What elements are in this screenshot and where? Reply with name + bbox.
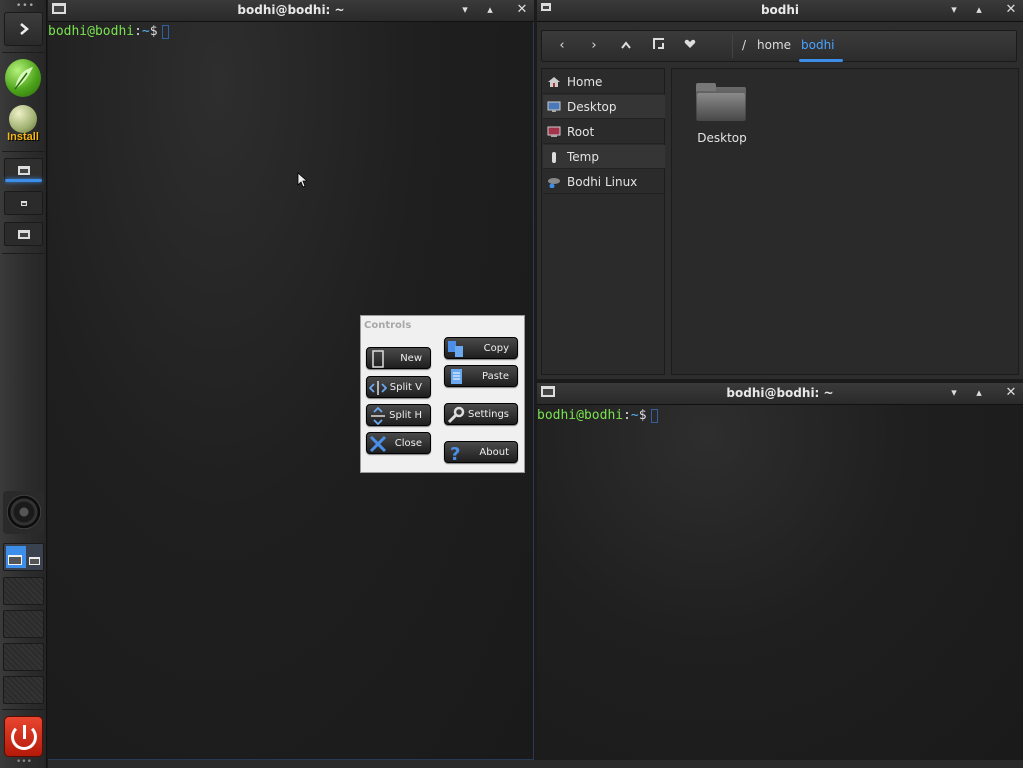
help-icon: ?: [450, 444, 460, 462]
minimize-button[interactable]: ▾: [947, 386, 961, 400]
folder-label[interactable]: Desktop: [682, 131, 762, 145]
file-manager-icon: [20, 200, 27, 206]
power-button[interactable]: [4, 716, 43, 757]
folder-icon[interactable]: [696, 83, 746, 123]
new-window-icon: [372, 350, 384, 368]
wrench-icon: [447, 406, 465, 424]
svg-text:?: ?: [450, 444, 460, 462]
breadcrumb-root[interactable]: /: [742, 38, 746, 52]
minimize-button[interactable]: ▾: [947, 3, 961, 17]
up-button[interactable]: [610, 31, 642, 61]
sidebar-item-bodhi-linux[interactable]: Bodhi Linux: [543, 170, 665, 194]
shelf-divider: [2, 151, 45, 152]
new-button[interactable]: New: [366, 347, 431, 369]
sidebar-item-home[interactable]: Home: [543, 70, 665, 94]
controls-title: Controls: [364, 320, 412, 331]
text-cursor: [650, 408, 658, 423]
terminal-right-body[interactable]: bodhi@bodhi:~$: [537, 405, 1023, 760]
refresh-icon: [652, 38, 664, 49]
active-indicator: [5, 179, 42, 182]
close-button[interactable]: ✕: [1004, 386, 1018, 400]
taskbar-item-file-manager[interactable]: [4, 191, 43, 215]
terminal-right-titlebar[interactable]: bodhi@bodhi: ~ ▾ ▴ ✕: [537, 383, 1023, 405]
shelf-top-handle[interactable]: •••: [16, 1, 35, 11]
pager-desktop-4[interactable]: [3, 643, 44, 671]
pager-window-icon: [29, 557, 40, 565]
breadcrumb-active-indicator: [799, 59, 843, 62]
terminal-prompt: bodhi@bodhi:~$: [537, 408, 658, 423]
file-manager-sidebar: Home Desktop Root Temp Bodhi Linux: [541, 68, 665, 375]
root-icon: [547, 126, 561, 137]
maximize-button[interactable]: ▴: [483, 3, 497, 17]
shelf-divider: [2, 253, 45, 254]
breadcrumb-home[interactable]: home: [757, 38, 791, 52]
forward-button[interactable]: ›: [578, 31, 610, 61]
terminal-icon: [17, 229, 30, 239]
taskbar-item-terminal-2[interactable]: [4, 222, 43, 246]
file-manager-titlebar[interactable]: bodhi ▾ ▴ ✕: [537, 0, 1023, 22]
file-manager-content: Desktop: [671, 68, 1019, 375]
pager-desktop-1[interactable]: [3, 543, 44, 571]
install-launcher[interactable]: Install: [5, 105, 41, 145]
back-button[interactable]: ‹: [546, 31, 578, 61]
desktop: ••• Install ••• bodhi@bodhi: ~ ▾ ▴ ✕ bod…: [0, 0, 1023, 768]
screen-bottom-edge: [48, 760, 1023, 768]
chevron-up-icon: [621, 41, 631, 49]
sidebar-item-desktop[interactable]: Desktop: [543, 95, 665, 119]
volume-control[interactable]: [3, 491, 44, 534]
split-horizontal-icon: [371, 407, 385, 425]
install-label: Install: [7, 131, 39, 143]
toolbar-divider: [732, 34, 733, 58]
shelf: ••• Install •••: [0, 0, 47, 768]
copy-button[interactable]: Copy: [444, 337, 518, 359]
terminal-icon: [17, 165, 30, 175]
bodhi-leaf-icon[interactable]: [5, 59, 41, 97]
close-icon: [369, 435, 387, 453]
controls-panel: Controls New Split V Split H Close Copy …: [360, 315, 525, 473]
pager-desktop-2[interactable]: [3, 577, 44, 605]
about-button[interactable]: ? About: [444, 441, 518, 463]
copy-icon: [448, 341, 463, 357]
refresh-button[interactable]: [642, 31, 674, 61]
speaker-icon: [7, 495, 41, 529]
expand-button[interactable]: [4, 12, 43, 46]
desktop-icon: [547, 101, 561, 112]
sidebar-item-temp[interactable]: Temp: [543, 145, 665, 169]
close-terminal-button[interactable]: Close: [366, 432, 431, 454]
maximize-button[interactable]: ▴: [972, 386, 986, 400]
text-cursor: [161, 24, 169, 39]
file-manager-body: ‹ › / home bodhi Home Desktop Root Temp …: [537, 22, 1023, 379]
close-button[interactable]: ✕: [515, 3, 529, 17]
settings-button[interactable]: Settings: [444, 403, 518, 425]
home-icon: [548, 76, 560, 87]
paste-button[interactable]: Paste: [444, 365, 518, 387]
install-icon: [9, 105, 37, 133]
heart-icon: [684, 39, 696, 48]
temp-icon: [552, 151, 556, 163]
close-button[interactable]: ✕: [1004, 3, 1018, 17]
shelf-divider: [2, 709, 45, 710]
maximize-button[interactable]: ▴: [972, 3, 986, 17]
favorites-button[interactable]: [674, 31, 706, 61]
split-v-button[interactable]: Split V: [366, 376, 431, 398]
split-h-button[interactable]: Split H: [366, 404, 431, 426]
power-icon-line: [23, 725, 26, 739]
pager-desktop-5[interactable]: [3, 676, 44, 704]
terminal-prompt: bodhi@bodhi:~$: [48, 24, 169, 39]
pager-desktop-3[interactable]: [3, 610, 44, 638]
mouse-pointer-icon: [297, 172, 307, 188]
paste-icon: [451, 369, 462, 384]
pager-window-icon: [8, 555, 22, 565]
breadcrumb-bodhi[interactable]: bodhi: [801, 38, 835, 52]
terminal-left-titlebar[interactable]: bodhi@bodhi: ~ ▾ ▴ ✕: [48, 0, 534, 22]
sidebar-item-root[interactable]: Root: [543, 120, 665, 144]
shelf-divider: [2, 52, 45, 53]
split-vertical-icon: [369, 381, 387, 395]
drive-icon: [548, 177, 560, 188]
file-manager-toolbar: ‹ › / home bodhi: [541, 30, 1017, 62]
minimize-button[interactable]: ▾: [458, 3, 472, 17]
shelf-bottom-handle[interactable]: •••: [16, 757, 32, 767]
chevron-right-icon: [19, 23, 29, 35]
